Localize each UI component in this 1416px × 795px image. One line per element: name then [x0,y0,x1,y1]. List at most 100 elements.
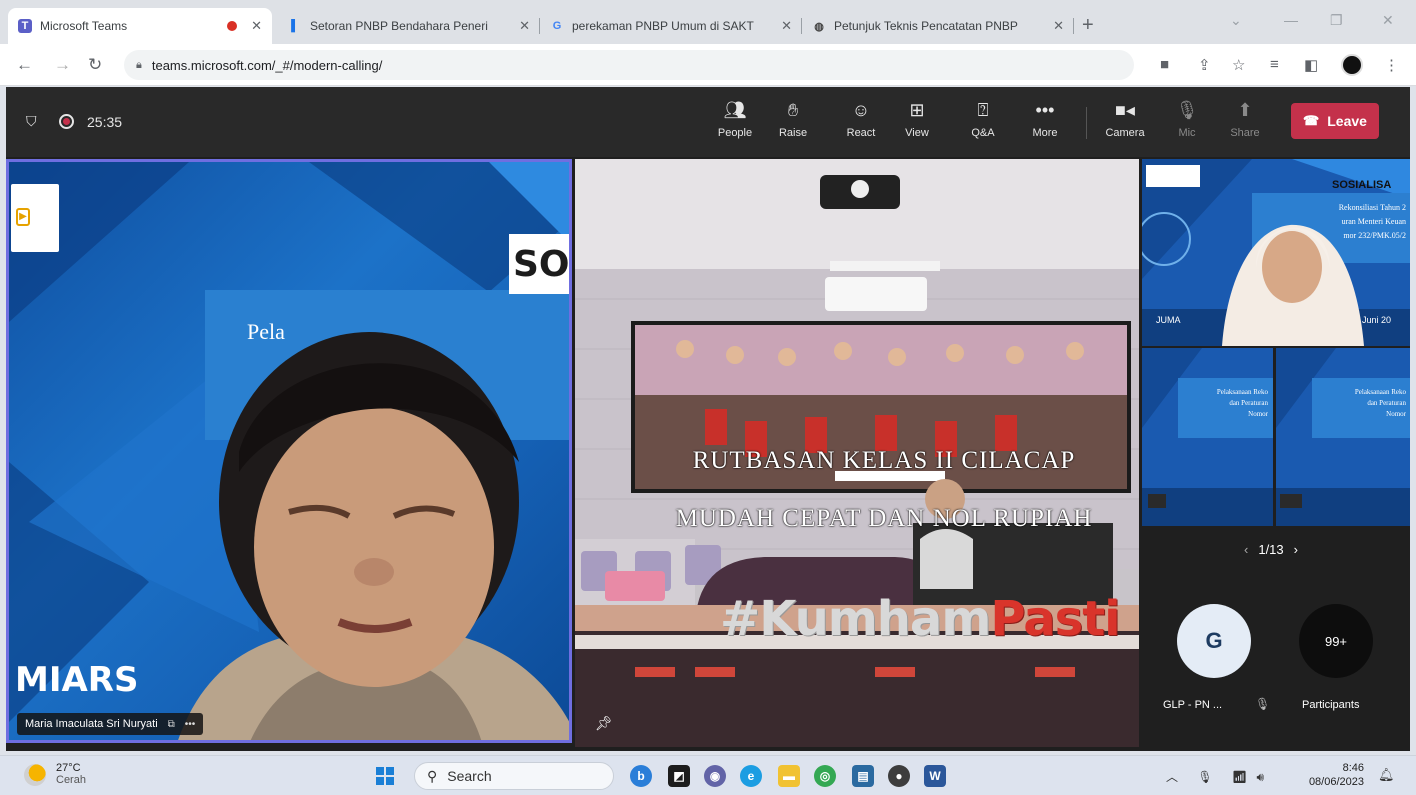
browser-menu-icon[interactable]: ⋮ [1384,56,1399,74]
mic-icon: 🎙︎ [1175,100,1199,120]
participants-overflow-button[interactable]: 99+ [1299,604,1373,678]
close-icon[interactable]: ✕ [1053,18,1064,34]
bookmark-star-icon[interactable]: ☆ [1232,56,1245,74]
qa-icon: ⍰ [977,100,989,120]
shield-icon[interactable]: ⛉ [26,113,37,130]
control-label: Q&A [971,127,995,139]
tab-microsoft-teams[interactable]: T Microsoft Teams ✕ [8,8,272,44]
weather-icon[interactable] [24,764,46,786]
tab-petunjuk-teknis[interactable]: ◍ Petunjuk Teknis Pencatatan PNBP ✕ [802,8,1074,44]
banner-text-line2: MUDAH CEPAT DAN NOL RUPIAH [675,505,1093,532]
people-button[interactable]: 👥︎ People [706,97,764,149]
file-explorer-icon[interactable]: ▬ [778,765,800,787]
close-icon[interactable]: ✕ [251,18,262,34]
participant-avatar[interactable]: G [1177,604,1251,678]
control-label: Camera [1105,127,1145,139]
participant-video-tile[interactable]: Pelaksanaan Reko dan Peraturan Nomor [1142,348,1273,526]
close-icon[interactable]: ✕ [519,18,530,34]
banner-text-line1: RUTBASAN KELAS II CILACAP [692,447,1076,474]
side-panel-icon[interactable]: ◧ [1304,56,1318,74]
bing-icon[interactable]: b [630,765,652,787]
leave-label: Leave [1327,113,1367,129]
raise-hand-button[interactable]: ✋︎ Raise [764,97,822,149]
minimize-icon[interactable]: — [1284,12,1298,28]
notification-icon[interactable]: 🔔︎ [1378,767,1395,783]
tab-title: perekaman PNBP Umum di SAKT [572,19,754,33]
slide-line: Pelaksanaan Reko [1216,388,1268,396]
share-page-icon[interactable]: ⇪ [1198,56,1211,74]
mic-muted-icon: 🎙︎ [1255,697,1271,711]
app-icon[interactable]: ● [888,765,910,787]
profile-avatar[interactable] [1341,54,1363,76]
view-button[interactable]: ⊞ View [888,97,946,149]
screen-share-icon: ⧉ [167,718,175,730]
chevron-right-icon[interactable]: › [1294,542,1298,557]
tab-title: Setoran PNBP Bendahara Peneri [310,19,488,33]
close-icon[interactable]: ✕ [781,18,792,34]
people-icon: 👥︎ [723,100,747,120]
control-label: Raise [778,127,808,139]
forward-icon[interactable]: → [54,55,71,75]
edge-icon[interactable]: e [740,765,762,787]
slide-title: SO [513,244,570,285]
reload-icon[interactable]: ↻ [88,55,102,75]
windows-start-icon[interactable] [376,767,394,785]
slide-line: Rekonsiliasi Tahun 2 [1338,203,1406,212]
tab-title: Petunjuk Teknis Pencatatan PNBP [834,19,1018,33]
more-button[interactable]: ••• More [1016,97,1074,149]
word-icon[interactable]: W [924,765,946,787]
windows-taskbar: 27°C Cerah ⚲ Search b ◩ ◉ e ▬ ◎ ▤ ● W ︿ … [0,755,1416,795]
hand-icon: ✋︎ [787,100,799,120]
clock-date: 08/06/2023 [1308,776,1364,788]
back-icon[interactable]: ← [16,55,33,75]
chevron-left-icon[interactable]: ‹ [1244,542,1248,557]
slide-footer-text: MIARS [15,660,139,700]
wifi-icon[interactable]: 📶︎ [1232,770,1247,784]
leave-button[interactable]: ☎︎ Leave [1291,103,1379,139]
chat-icon[interactable]: ◉ [704,765,726,787]
chevron-up-icon[interactable]: ︿ [1166,770,1178,784]
mic-icon[interactable]: 🎙︎ [1197,770,1212,784]
task-view-icon[interactable]: ◩ [668,765,690,787]
reading-list-icon[interactable]: ≡ [1270,56,1279,73]
address-bar[interactable]: 🔒︎ teams.microsoft.com/_#/modern-calling… [124,50,1134,80]
tab-search-icon[interactable]: ⌄ [1230,12,1242,29]
clock-time: 8:46 [1342,762,1364,774]
google-icon: G [552,20,562,32]
tab-setoran-pnbp[interactable]: ▌ Setoran PNBP Bendahara Peneri ✕ [278,8,540,44]
slide-line: Pelaksanaan Reko [1354,388,1406,396]
share-button[interactable]: ⬆ Share [1216,97,1274,149]
mic-button[interactable]: 🎙︎ Mic [1158,97,1216,149]
participant-video-tile[interactable]: Pelaksanaan Reko dan Peraturan Nomor [1276,348,1410,526]
volume-icon[interactable]: 🔊︎ [1257,770,1265,784]
react-button[interactable]: ☺ React [832,97,890,149]
qa-button[interactable]: ⍰ Q&A [954,97,1012,149]
new-tab-button[interactable]: + [1082,14,1094,37]
participant-video-tile[interactable]: SOSIALISA Rekonsiliasi Tahun 2 uran Ment… [1142,159,1410,346]
phone-hangup-icon: ☎︎ [1303,113,1320,128]
weather-widget[interactable]: 27°C Cerah [56,762,86,786]
tab-perekaman-pnbp[interactable]: G perekaman PNBP Umum di SAKT ✕ [540,8,802,44]
logo-icon: ▶ [16,208,30,226]
window-close-icon[interactable]: ✕ [1382,12,1394,29]
control-label: View [905,127,929,139]
smiley-icon: ☺ [851,100,871,120]
hashtag-main: #Kumham [720,591,991,647]
slide-bottom-right: Juni 20 [1362,315,1392,325]
store-icon[interactable]: ▤ [852,765,874,787]
slide-line: Nomor [1386,410,1406,418]
system-tray: ︿ 🎙︎ 📶︎ 🔊︎ [1166,768,1264,785]
taskbar-search[interactable]: ⚲ Search [414,762,614,790]
recording-indicator-icon [59,114,74,129]
system-clock[interactable]: 8:46 08/06/2023 [1294,761,1364,789]
camera-in-use-icon[interactable]: ■ [1160,56,1169,73]
camera-button[interactable]: ■◂ Camera [1096,97,1154,149]
control-label: React [846,127,876,139]
room-video-tile[interactable]: RUTBASAN KELAS II CILACAP MUDAH CEPAT DA… [575,159,1139,747]
maximize-icon[interactable]: ❐ [1330,12,1343,29]
pin-icon[interactable]: 📌︎ [595,715,613,732]
tile-more-icon[interactable]: ••• [185,719,196,730]
active-speaker-video-tile[interactable]: SO Pela ▶ MIARS Maria Imaculata Sri Nury… [6,159,572,743]
slide-line: uran Menteri Keuan [1341,217,1406,226]
chrome-icon[interactable]: ◎ [814,765,836,787]
